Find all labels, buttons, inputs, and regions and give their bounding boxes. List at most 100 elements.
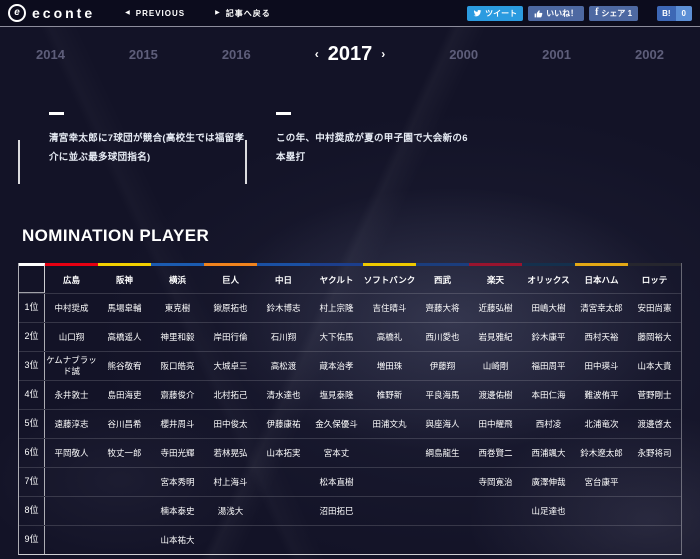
team-header: ロッテ [628,263,681,293]
player-cell: 山足達也 [522,497,575,525]
player-cell: 平岡敬人 [45,439,98,467]
player-cell: 椎野新 [363,381,416,409]
player-cell: 福田周平 [522,352,575,380]
note-block-2: この年、中村奨成が夏の甲子園で大会新の6本塁打 [245,112,472,167]
player-cell [310,526,363,554]
player-cell [628,468,681,496]
note-text-2: この年、中村奨成が夏の甲子園で大会新の6本塁打 [276,130,472,167]
player-cell: 谷川昌希 [98,410,151,438]
player-cell: 沼田拓巳 [310,497,363,525]
facebook-icon: f [595,8,598,18]
team-header: 楽天 [469,263,522,293]
player-cell: 牧丈一郎 [98,439,151,467]
player-cell [45,497,98,525]
econte-logo[interactable]: e econte [8,4,95,22]
rank-cell: 8位 [19,497,45,525]
like-label: いいね！ [546,8,578,19]
thumbs-up-icon [534,9,543,18]
team-header: 西武 [416,263,469,293]
table-row: 3位ケムナブラッド誠熊谷敬宥阪口皓亮大城卓三高松渡蔵本治孝増田珠伊藤翔山崎剛福田… [19,351,681,380]
facebook-share-button[interactable]: f シェア 1 [589,6,638,21]
player-cell: 清宮幸太郎 [575,294,628,322]
player-cell [628,526,681,554]
previous-link[interactable]: ◀ PREVIOUS [125,9,185,18]
player-cell: 増田珠 [363,352,416,380]
tweet-button[interactable]: ツイート [467,6,523,21]
year-tab-2001[interactable]: 2001 [542,47,571,62]
next-year-arrow-icon[interactable]: › [381,48,385,60]
rank-cell: 9位 [19,526,45,554]
econte-logo-icon: e [8,4,26,22]
rank-cell: 2位 [19,323,45,351]
year-tab-2015[interactable]: 2015 [129,47,158,62]
team-header: 日本ハム [575,263,628,293]
player-cell: 宮台康平 [575,468,628,496]
player-cell: 寺田光輝 [151,439,204,467]
player-cell: ケムナブラッド誠 [45,352,98,380]
player-cell: 鈴木遼太郎 [575,439,628,467]
rank-cell: 3位 [19,352,45,380]
rank-cell: 7位 [19,468,45,496]
player-cell [257,526,310,554]
previous-label: PREVIOUS [136,9,185,18]
year-tab-2002[interactable]: 2002 [635,47,664,62]
page: e econte ◀ PREVIOUS ▶ 記事へ戻る ツイート いいね！ f … [0,0,700,559]
player-cell: 岩見雅紀 [469,323,522,351]
social-buttons: ツイート いいね！ f シェア 1 B! 0 [467,6,692,21]
left-triangle-icon: ◀ [125,10,131,16]
year-tab-2016[interactable]: 2016 [222,47,251,62]
team-header: 巨人 [204,263,257,293]
player-cell: 吉住晴斗 [363,294,416,322]
player-cell: 蔵本治孝 [310,352,363,380]
player-cell: 西川愛也 [416,323,469,351]
player-cell: 岸田行倫 [204,323,257,351]
player-cell: 渡邊佑樹 [469,381,522,409]
team-header: オリックス [522,263,575,293]
player-cell: 永井敦士 [45,381,98,409]
player-cell: 村上海斗 [204,468,257,496]
player-cell: 田中耀飛 [469,410,522,438]
player-cell: 大城卓三 [204,352,257,380]
player-cell [363,468,416,496]
player-cell [45,468,98,496]
player-cell: 菅野剛士 [628,381,681,409]
player-cell: 神里和毅 [151,323,204,351]
rank-cell: 6位 [19,439,45,467]
notes-row: 清宮幸太郎に7球団が競合(高校生では福留孝介に並ぶ最多球団指名) この年、中村奨… [18,112,472,167]
player-cell: 大下佑馬 [310,323,363,351]
player-cell [416,497,469,525]
player-cell: 田浦文丸 [363,410,416,438]
year-nav: 2014 2015 2016 ‹ 2017 › 2000 2001 2002 [0,38,700,70]
note-text-1: 清宮幸太郎に7球団が競合(高校生では福留孝介に並ぶ最多球団指名) [49,130,245,167]
rank-cell: 4位 [19,381,45,409]
year-tab-2017[interactable]: ‹ 2017 › [315,43,386,66]
player-cell [575,497,628,525]
player-cell: 西巻賢二 [469,439,522,467]
player-cell: 阪口皓亮 [151,352,204,380]
prev-year-arrow-icon[interactable]: ‹ [315,48,319,60]
player-cell: 高松渡 [257,352,310,380]
player-cell: 島田海吏 [98,381,151,409]
year-tab-2014[interactable]: 2014 [36,47,65,62]
player-cell: 中村奨成 [45,294,98,322]
player-cell: 西村凌 [522,410,575,438]
share-label: シェア 1 [601,8,632,19]
like-button[interactable]: いいね！ [528,6,584,21]
team-header: ヤクルト [310,263,363,293]
player-cell: 平良海馬 [416,381,469,409]
player-cell [522,526,575,554]
table-row: 1位中村奨成馬場皐輔東克樹鍬原拓也鈴木博志村上宗隆吉住晴斗齊藤大将近藤弘樹田嶋大… [19,293,681,322]
player-cell: 藤岡裕大 [628,323,681,351]
player-cell [363,526,416,554]
player-cell: 難波侑平 [575,381,628,409]
back-to-article-link[interactable]: ▶ 記事へ戻る [215,8,271,19]
player-cell: 山本拓実 [257,439,310,467]
table-row: 2位山口翔高橋遥人神里和毅岸田行倫石川翔大下佑馬高橋礼西川愛也岩見雅紀鈴木康平西… [19,322,681,351]
player-cell: 安田尚憲 [628,294,681,322]
hatena-bookmark-button[interactable]: B! 0 [657,6,692,21]
table-row: 7位宮本秀明村上海斗松本直樹寺岡寛治廣澤伸哉宮台康平 [19,467,681,496]
year-tab-2000[interactable]: 2000 [449,47,478,62]
team-header: ソフトバンク [363,263,416,293]
player-cell: 綱島龍生 [416,439,469,467]
player-cell: 田中俊太 [204,410,257,438]
